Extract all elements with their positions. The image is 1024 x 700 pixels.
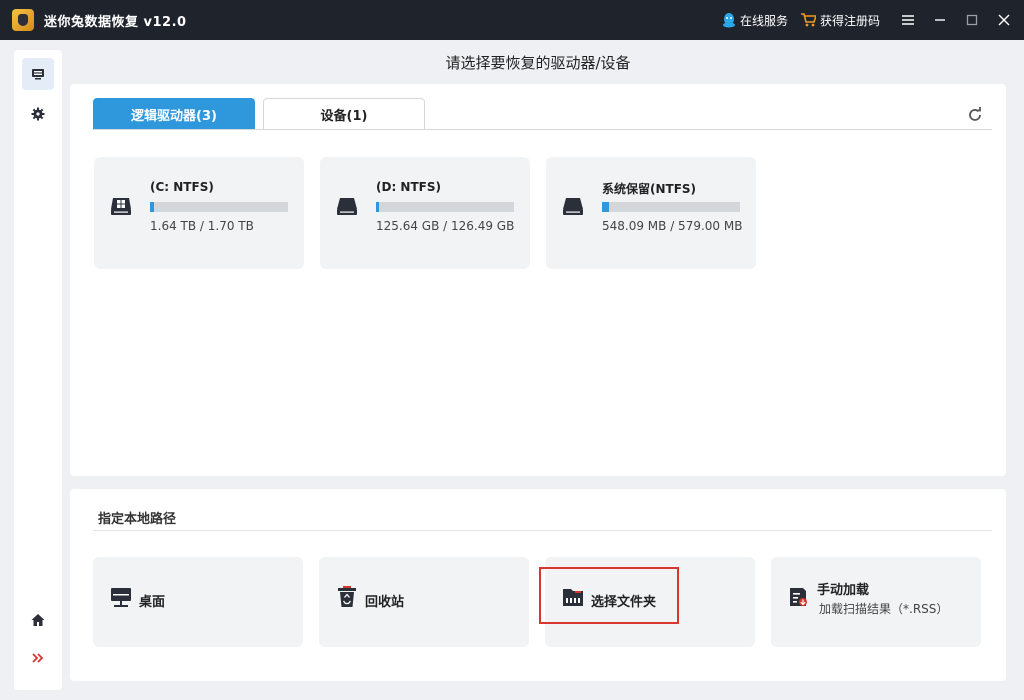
drive-card-c[interactable]: (C: NTFS) 1.64 TB / 1.70 TB (94, 157, 304, 269)
gear-icon (31, 107, 45, 121)
recycle-bin-icon (338, 586, 356, 607)
minimize-icon (935, 19, 945, 21)
drive-size: 125.64 GB / 126.49 GB (376, 219, 515, 233)
drive-name: 系统保留(NTFS) (602, 182, 697, 196)
location-desktop[interactable]: 桌面 (93, 557, 303, 647)
drive-usage-fill (150, 202, 155, 212)
sidebar-expand-button[interactable] (22, 642, 54, 674)
drive-usage-bar (602, 202, 740, 212)
tab-divider (93, 129, 992, 130)
location-select-folder[interactable]: 选择文件夹 (545, 557, 755, 647)
drives-panel: 逻辑驱动器(3) 设备(1) (C: NTFS) 1.64 TB / 1.70 … (70, 84, 1006, 476)
section-title: 指定本地路径 (98, 512, 177, 527)
location-label: 回收站 (365, 595, 405, 610)
get-code-label: 获得注册码 (819, 13, 880, 28)
location-manual-load[interactable]: 手动加载 加载扫描结果（*.RSS） (771, 557, 981, 647)
location-recycle-bin[interactable]: 回收站 (319, 557, 529, 647)
location-label: 手动加载 (817, 583, 870, 598)
sidebar (14, 50, 62, 690)
drive-usage-bar (150, 202, 288, 212)
drive-size: 548.09 MB / 579.00 MB (602, 219, 743, 233)
drive-card-system-reserved[interactable]: 系统保留(NTFS) 548.09 MB / 579.00 MB (546, 157, 756, 269)
hard-drive-icon (563, 198, 583, 215)
cart-icon (800, 13, 816, 27)
online-service-label: 在线服务 (739, 13, 788, 28)
drive-card-d[interactable]: (D: NTFS) 125.64 GB / 126.49 GB (320, 157, 530, 269)
drive-name: (C: NTFS) (150, 180, 214, 194)
windows-drive-icon (111, 198, 131, 215)
load-file-icon (790, 588, 807, 606)
sidebar-settings-button[interactable] (22, 98, 54, 130)
local-path-panel: 指定本地路径 桌面 回收站 选择文件夹 手动加载 加载扫描结果（*.RSS） (70, 489, 1006, 681)
maximize-icon (966, 14, 978, 26)
app-title: 迷你兔数据恢复 v12.0 (44, 14, 187, 30)
tab-devices[interactable]: 设备(1) (263, 98, 425, 130)
drive-usage-fill (376, 202, 379, 212)
page-title: 请选择要恢复的驱动器/设备 (445, 54, 631, 72)
location-label: 桌面 (139, 595, 166, 610)
home-icon (31, 614, 45, 626)
tab-logical-drives[interactable]: 逻辑驱动器(3) (93, 98, 255, 130)
minimize-button[interactable] (924, 0, 956, 40)
refresh-icon (969, 107, 981, 121)
sidebar-home-button[interactable] (22, 604, 54, 636)
maximize-button[interactable] (956, 0, 988, 40)
drive-usage-bar (376, 202, 514, 212)
hard-drive-icon (337, 198, 357, 215)
refresh-button[interactable] (965, 105, 985, 125)
location-label: 选择文件夹 (591, 595, 657, 610)
app-logo-icon (12, 9, 34, 31)
title-bar: 迷你兔数据恢复 v12.0 在线服务 获得注册码 (0, 0, 1024, 40)
drive-name: (D: NTFS) (376, 180, 441, 194)
desktop-icon (111, 588, 131, 607)
close-icon (998, 14, 1010, 26)
computer-icon (32, 69, 44, 80)
qq-icon (722, 13, 735, 28)
section-divider (93, 530, 992, 531)
drive-size: 1.64 TB / 1.70 TB (150, 219, 254, 233)
location-sublabel: 加载扫描结果（*.RSS） (819, 602, 949, 616)
sidebar-recover-button[interactable] (22, 58, 54, 90)
close-button[interactable] (988, 0, 1020, 40)
drive-usage-fill (602, 202, 609, 212)
get-code-link[interactable]: 获得注册码 (800, 12, 880, 29)
online-service-link[interactable]: 在线服务 (722, 12, 788, 29)
menu-icon (902, 15, 914, 25)
menu-button[interactable] (892, 0, 924, 40)
double-chevron-right-icon (32, 653, 44, 663)
folder-icon (563, 589, 583, 606)
